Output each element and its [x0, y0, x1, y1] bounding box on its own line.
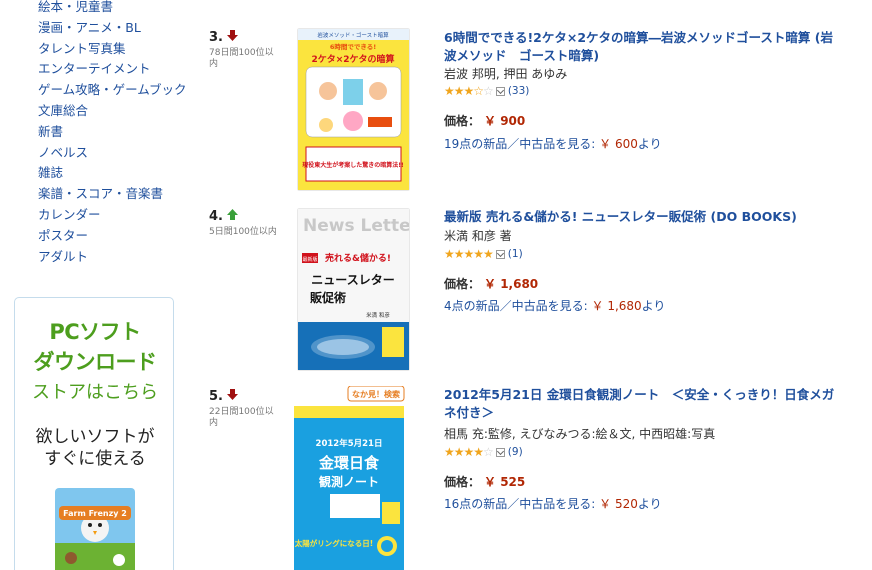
rating-row: ★★★☆☆ (33) [444, 84, 529, 98]
rank-number: 4. [209, 209, 238, 224]
pc-software-ad[interactable]: PCソフト ダウンロード ストアはこちら 欲しいソフトが すぐに使える Farm… [14, 297, 174, 570]
offers-text[interactable]: 19点の新品／中古品を見る: [444, 137, 599, 151]
star-rating-icon[interactable]: ★★★★☆ [444, 445, 494, 459]
offers-text[interactable]: 4点の新品／中古品を見る: [444, 299, 592, 313]
trend-down-icon [226, 389, 238, 404]
price-label: 価格： [444, 277, 481, 291]
book-cover-image[interactable]: なか見！検索 2012年5月21日 金環日食 観測ノート 太陽がリングになる日! [292, 386, 409, 570]
trend-up-icon [226, 209, 238, 224]
category-link[interactable]: 楽譜・スコア・音楽書 [38, 184, 198, 205]
cover-top: 売れる&儲かる! [325, 252, 391, 264]
cover-big1: ニュースレター [311, 273, 394, 287]
rating-dropdown-icon[interactable] [495, 249, 505, 259]
rating-dropdown-icon[interactable] [495, 447, 505, 457]
look-inside-badge: なか見！検索 [352, 389, 400, 399]
price-label: 価格： [444, 114, 481, 128]
rating-row: ★★★★☆ (9) [444, 445, 523, 459]
price-row: 価格： ￥ 1,680 [444, 275, 538, 292]
book-cover-image[interactable]: News Letter 最新版 売れる&儲かる! ニュースレター 販促術 米満 … [298, 209, 409, 370]
book-author: 相馬 充:監修, えびなみつる:絵＆文, 中西昭雄:写真 [444, 427, 716, 441]
days-in-top100: 5日間100位以内 [209, 227, 277, 237]
category-link[interactable]: ゲーム攻略・ゲームブック [38, 80, 198, 101]
trend-down-icon [226, 30, 238, 45]
category-link[interactable]: ポスター [38, 226, 198, 247]
offers-suffix: より [637, 497, 662, 511]
days-in-top100: 78日間100位以内 [209, 48, 274, 69]
category-link[interactable]: 文庫総合 [38, 101, 198, 122]
price-value: ￥ 900 [484, 114, 526, 128]
offers-text[interactable]: 16点の新品／中古品を見る: [444, 497, 599, 511]
price-row: 価格： ￥ 525 [444, 473, 525, 490]
offers-link[interactable]: 4点の新品／中古品を見る: ￥ 1,680より [444, 297, 665, 314]
offers-price: ￥ 1,680 [591, 299, 642, 313]
category-list: 絵本・児童書 漫画・アニメ・BL タレント写真集 エンターテイメント ゲーム攻略… [38, 0, 198, 267]
rank-number: 5. [209, 389, 238, 404]
ad-title-line2: ダウンロード [33, 350, 158, 374]
book-title-link[interactable]: 最新版 売れる&儲かる! ニュースレター販促術 (DO BOOKS) [444, 208, 844, 226]
ad-title-line1: PCソフト [49, 320, 141, 344]
cover-top: 6時間でできる! [330, 42, 376, 51]
rating-row: ★★★★★ (1) [444, 247, 523, 261]
cover-author: 米満 和彦 [366, 311, 390, 319]
category-link[interactable]: ノベルス [38, 143, 198, 164]
rating-dropdown-icon[interactable] [495, 86, 505, 96]
svg-text:Farm Frenzy 2: Farm Frenzy 2 [63, 509, 127, 518]
star-rating-icon[interactable]: ★★★☆☆ [444, 84, 494, 98]
offers-suffix: より [637, 137, 662, 151]
ad-title-line3: ストアはこちら [32, 382, 158, 403]
days-in-top100: 22日間100位以内 [209, 407, 274, 428]
offers-link[interactable]: 19点の新品／中古品を見る: ￥ 600より [444, 135, 662, 152]
book-author: 岩波 邦明, 押田 あゆみ [444, 67, 568, 81]
category-link[interactable]: 絵本・児童書 [38, 0, 198, 18]
offers-link[interactable]: 16点の新品／中古品を見る: ￥ 520より [444, 495, 662, 512]
category-link[interactable]: タレント写真集 [38, 39, 198, 60]
cover-big: 2ケタ×2ケタの暗算 [311, 53, 394, 65]
price-label: 価格： [444, 475, 481, 489]
star-rating-icon[interactable]: ★★★★★ [444, 247, 494, 261]
cover-big2: 観測ノート [319, 474, 379, 489]
book-title-link[interactable]: 6時間でできる!2ケタ×2ケタの暗算―岩波メソッドゴースト暗算 (岩波メソッド … [444, 29, 844, 64]
book-author: 米満 和彦 著 [444, 229, 512, 243]
price-row: 価格： ￥ 900 [444, 112, 525, 129]
review-count-link[interactable]: (1) [508, 248, 523, 260]
cover-header: 岩波メソッド・ゴースト暗算 [317, 31, 389, 39]
price-value: ￥ 525 [484, 475, 526, 489]
offers-suffix: より [641, 299, 666, 313]
cover-slogan: 現役東大生が考案した驚きの暗算法!! [302, 161, 403, 169]
game-box-art-image[interactable]: Farm Frenzy 2 [55, 488, 135, 570]
category-link[interactable]: カレンダー [38, 205, 198, 226]
book-title-link[interactable]: 2012年5月21日 金環日食観測ノート ＜安全・くっきり！日食メガネ付き＞ [444, 386, 844, 421]
cover-date: 2012年5月21日 [316, 438, 383, 449]
cover-header: News Letter [303, 216, 409, 236]
book-cover-image[interactable]: 岩波メソッド・ゴースト暗算 6時間でできる! 2ケタ×2ケタの暗算 現役東大生が… [298, 29, 409, 190]
offers-price: ￥ 600 [599, 137, 638, 151]
category-link[interactable]: アダルト [38, 247, 198, 268]
ad-subtitle-line2: すぐに使える [44, 449, 146, 469]
offers-price: ￥ 520 [599, 497, 638, 511]
cover-big2: 販促術 [310, 290, 346, 305]
price-value: ￥ 1,680 [484, 277, 539, 291]
category-link[interactable]: エンターテイメント [38, 59, 198, 80]
review-count-link[interactable]: (33) [508, 85, 530, 97]
cover-big1: 金環日食 [318, 454, 380, 472]
category-link[interactable]: 雑誌 [38, 163, 198, 184]
rank-number: 3. [209, 30, 238, 45]
category-link[interactable]: 新書 [38, 122, 198, 143]
review-count-link[interactable]: (9) [508, 446, 523, 458]
category-link[interactable]: 漫画・アニメ・BL [38, 18, 198, 39]
cover-slogan: 太陽がリングになる日! [295, 538, 373, 548]
cover-badge: 最新版 [302, 256, 317, 263]
